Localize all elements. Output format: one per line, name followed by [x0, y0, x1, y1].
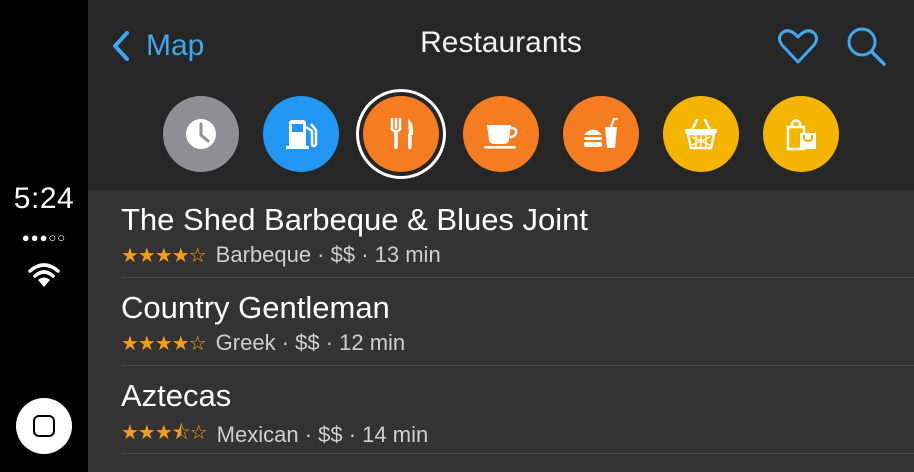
restaurant-name: Aztecas	[121, 378, 232, 413]
home-button[interactable]	[16, 398, 72, 454]
heart-icon[interactable]	[776, 24, 820, 68]
divider	[121, 453, 914, 454]
main-panel: Map Restaurants The Shed Barbeque & Blue…	[88, 0, 914, 472]
rating-stars: ★★★★☆	[121, 332, 207, 355]
gas-pump-icon	[286, 120, 318, 149]
search-icon[interactable]	[844, 24, 888, 68]
category-groceries[interactable]	[663, 96, 739, 172]
cellular-signal: ●●●○○	[21, 230, 67, 245]
fork-knife-icon	[389, 117, 414, 149]
restaurant-name: Country Gentleman	[121, 290, 390, 325]
list-item[interactable]: The Shed Barbeque & Blues Joint ★★★★☆ Ba…	[88, 190, 914, 278]
restaurant-name: The Shed Barbeque & Blues Joint	[121, 202, 589, 237]
list-item[interactable]: Country Gentleman ★★★★☆ Greek · $$ · 12 …	[88, 278, 914, 366]
status-rail: 5:24 ●●●○○	[0, 0, 88, 472]
category-shopping[interactable]	[763, 96, 839, 172]
shopping-bags-icon	[786, 119, 816, 151]
basket-icon	[685, 118, 717, 150]
coffee-cup-icon	[484, 125, 518, 149]
category-gas[interactable]	[263, 96, 339, 172]
header: Map Restaurants	[88, 0, 914, 190]
burger-drink-icon	[584, 118, 618, 148]
list-item[interactable]: Aztecas ★★★⯪☆ Mexican · $$ · 14 min	[88, 366, 914, 454]
restaurant-details: Barbeque · $$ · 13 min	[215, 242, 441, 267]
back-label: Map	[146, 29, 205, 62]
rating-stars: ★★★★☆	[121, 244, 207, 267]
clock: 5:24	[13, 182, 75, 215]
restaurant-meta: ★★★⯪☆ Mexican · $$ · 14 min	[121, 418, 428, 452]
restaurant-list: The Shed Barbeque & Blues Joint ★★★★☆ Ba…	[88, 190, 914, 454]
rating-stars: ★★★⯪☆	[121, 422, 208, 444]
restaurant-details: Greek · $$ · 12 min	[215, 330, 406, 355]
home-icon	[33, 415, 55, 437]
category-coffee[interactable]	[463, 96, 539, 172]
restaurant-meta: ★★★★☆ Barbeque · $$ · 13 min	[121, 242, 441, 268]
chevron-left-icon	[113, 31, 129, 61]
restaurant-meta: ★★★★☆ Greek · $$ · 12 min	[121, 330, 405, 356]
wifi-icon	[28, 263, 60, 287]
back-button[interactable]: Map	[110, 24, 204, 68]
category-recent[interactable]	[163, 96, 239, 172]
restaurant-details: Mexican · $$ · 14 min	[216, 422, 429, 447]
category-restaurants[interactable]	[363, 96, 439, 172]
clock-icon	[186, 119, 216, 149]
category-fast-food[interactable]	[563, 96, 639, 172]
